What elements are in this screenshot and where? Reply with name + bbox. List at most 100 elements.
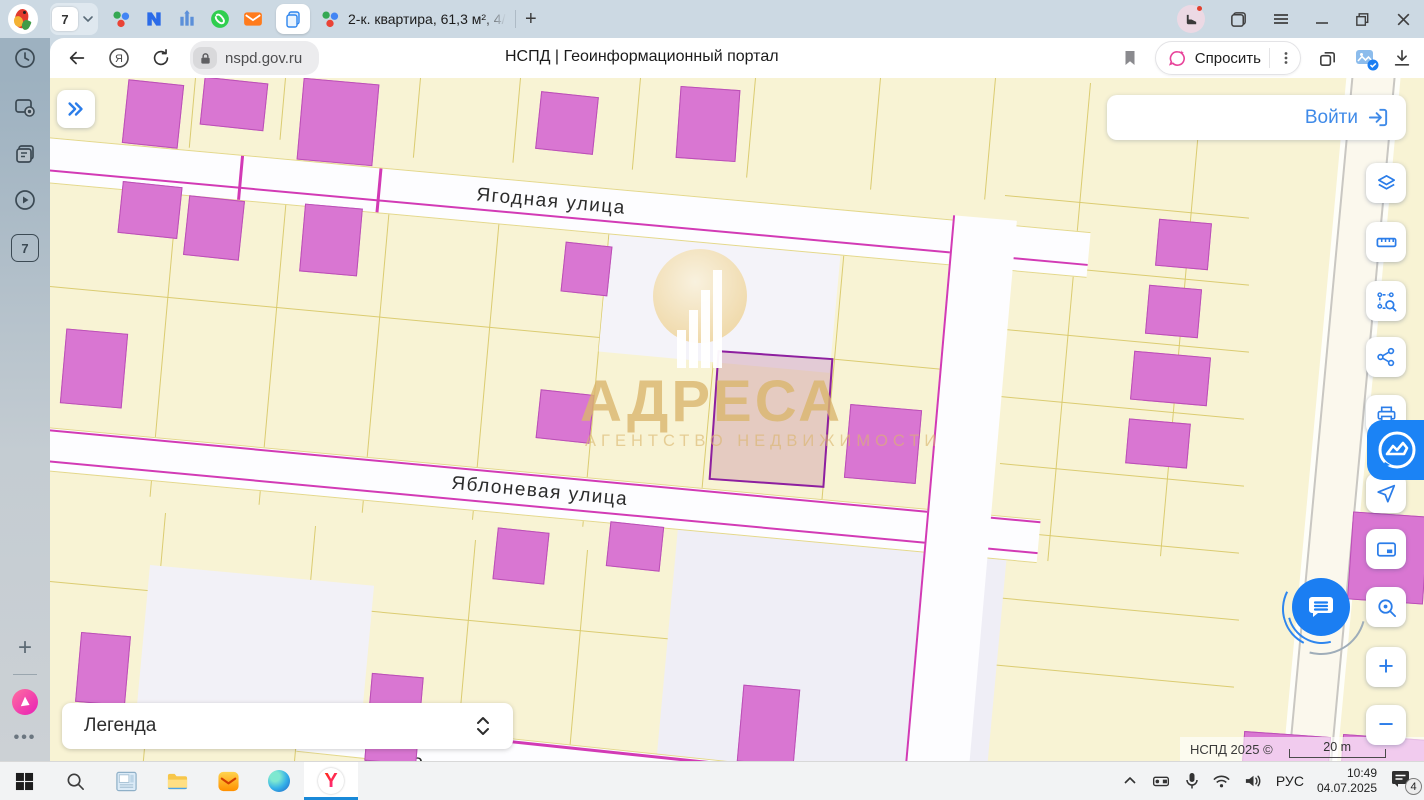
sidebar-more-icon[interactable]: ••• <box>14 729 37 747</box>
login-panel[interactable]: Войти <box>1107 95 1406 140</box>
ask-menu-dots-icon[interactable] <box>1278 50 1294 66</box>
address-bar[interactable]: nspd.gov.ru <box>190 41 319 75</box>
sidebar-divider <box>13 674 37 675</box>
zoom-out-button[interactable]: − <box>1366 705 1406 745</box>
articles-icon[interactable] <box>13 142 37 166</box>
edge-browser-icon[interactable] <box>267 769 291 793</box>
parcel-line <box>632 78 641 170</box>
parcel-line <box>279 78 286 140</box>
sidebar-top <box>0 38 50 78</box>
language-indicator[interactable]: РУС <box>1276 773 1304 789</box>
restore-icon[interactable] <box>1354 11 1371 28</box>
extension-tabs-icon[interactable] <box>1317 48 1338 69</box>
building-shape <box>299 204 363 277</box>
refresh-button[interactable] <box>146 43 176 73</box>
windows-taskbar: Y РУС 10:49 04.07.2025 4 <box>0 761 1424 800</box>
whatsapp-icon[interactable] <box>210 9 230 29</box>
pinned-site-n-icon[interactable] <box>144 9 164 29</box>
tray-volume-icon[interactable] <box>1244 773 1263 789</box>
browser-logo-icon[interactable] <box>8 4 38 34</box>
notification-center-icon[interactable]: 4 <box>1390 769 1416 793</box>
taskbar-clock[interactable]: 10:49 04.07.2025 <box>1317 766 1377 796</box>
tab-count-label: 7 <box>21 241 28 256</box>
street-vertical <box>904 215 1017 761</box>
area-search-button[interactable] <box>1366 281 1406 321</box>
minimap-button[interactable] <box>1366 529 1406 569</box>
tab-group-count: 7 <box>52 7 78 31</box>
document-icon <box>284 10 302 28</box>
sidebar-add-icon[interactable]: + <box>18 636 32 660</box>
tabs-overview-icon[interactable] <box>1229 10 1248 29</box>
url-text: nspd.gov.ru <box>225 50 316 67</box>
parcel-line <box>984 78 996 200</box>
parcel-line <box>870 78 881 190</box>
zoom-in-button[interactable]: + <box>1366 647 1406 687</box>
mail-icon[interactable] <box>243 9 263 29</box>
avatar-glyph-icon <box>1184 12 1199 27</box>
chat-button[interactable] <box>1292 578 1350 636</box>
back-button[interactable] <box>62 43 92 73</box>
svg-text:Я: Я <box>115 53 123 65</box>
legend-panel[interactable]: Легенда <box>62 703 513 749</box>
building-shape <box>297 78 380 166</box>
tab-group-chip[interactable]: 7 <box>50 3 98 35</box>
taskbar-time: 10:49 <box>1317 766 1377 781</box>
zoom-in-label: + <box>1378 653 1394 680</box>
profile-avatar[interactable] <box>1177 5 1205 33</box>
tray-wifi-icon[interactable] <box>1212 774 1231 789</box>
search-on-map-button[interactable] <box>1366 587 1406 627</box>
parcel-line <box>50 286 986 374</box>
tab-count-button[interactable]: 7 <box>11 234 39 262</box>
active-tab-title[interactable]: 2-к. квартира, 61,3 м², 4/1 <box>348 11 506 27</box>
map-canvas[interactable]: Ягодная улица Яблоневая улица Цвето АДРЕ… <box>50 78 1424 761</box>
lock-icon[interactable] <box>193 47 217 69</box>
ask-ai-button[interactable]: Спросить <box>1155 41 1301 75</box>
browser-sidebar: 7 + ••• <box>0 78 50 761</box>
zoom-out-label: − <box>1378 711 1394 738</box>
screenshot-tool-icon[interactable] <box>1354 47 1376 69</box>
screenshot-icon[interactable] <box>13 96 37 120</box>
close-icon[interactable] <box>1395 11 1412 28</box>
tray-expand-icon[interactable] <box>1123 774 1137 788</box>
start-button[interactable] <box>12 769 36 793</box>
building-shape <box>60 328 128 408</box>
pinned-site-building-icon[interactable] <box>177 9 197 29</box>
building-shape <box>1125 418 1191 468</box>
file-explorer-icon[interactable] <box>165 769 189 793</box>
yandex-search-button[interactable]: Я <box>104 43 134 73</box>
ask-label: Спросить <box>1195 50 1261 67</box>
yandex-browser-taskbar-active[interactable]: Y <box>304 762 358 800</box>
taskbar-app-icon[interactable] <box>114 769 138 793</box>
building-shape <box>737 685 800 761</box>
new-tab-button[interactable]: + <box>525 9 537 29</box>
building-shape <box>561 242 613 297</box>
parcel-line <box>1005 329 1249 353</box>
building-shape <box>1145 285 1202 338</box>
building-shape <box>1155 219 1212 270</box>
history-clock-icon[interactable] <box>13 46 37 70</box>
building-shape <box>606 521 664 571</box>
share-button[interactable] <box>1366 337 1406 377</box>
tray-device-icon[interactable] <box>1150 773 1172 789</box>
ruler-button[interactable] <box>1366 222 1406 262</box>
page-title: НСПД | Геоинформационный портал <box>505 48 779 66</box>
music-service-icon[interactable] <box>12 689 38 715</box>
mail-app-icon[interactable] <box>216 769 240 793</box>
watermark-title: АДРЕСА <box>580 368 843 435</box>
layers-button[interactable] <box>1366 163 1406 203</box>
active-pinned-tab[interactable] <box>276 4 310 34</box>
parcel-line <box>189 78 196 148</box>
download-icon[interactable] <box>1392 48 1412 68</box>
legend-collapse-icon[interactable] <box>475 715 491 737</box>
dots-favicon[interactable] <box>111 9 131 29</box>
video-play-icon[interactable] <box>13 188 37 212</box>
menu-icon[interactable] <box>1272 10 1290 28</box>
taskbar-search-icon[interactable] <box>63 769 87 793</box>
watermark-logo-bars <box>677 270 725 368</box>
minimize-icon[interactable] <box>1314 11 1330 27</box>
tray-microphone-icon[interactable] <box>1185 772 1199 790</box>
parcel-line <box>1005 195 1249 219</box>
sketch-assistant-button[interactable] <box>1367 420 1424 480</box>
bookmark-icon[interactable] <box>1121 49 1139 67</box>
expand-panel-button[interactable] <box>57 90 95 128</box>
